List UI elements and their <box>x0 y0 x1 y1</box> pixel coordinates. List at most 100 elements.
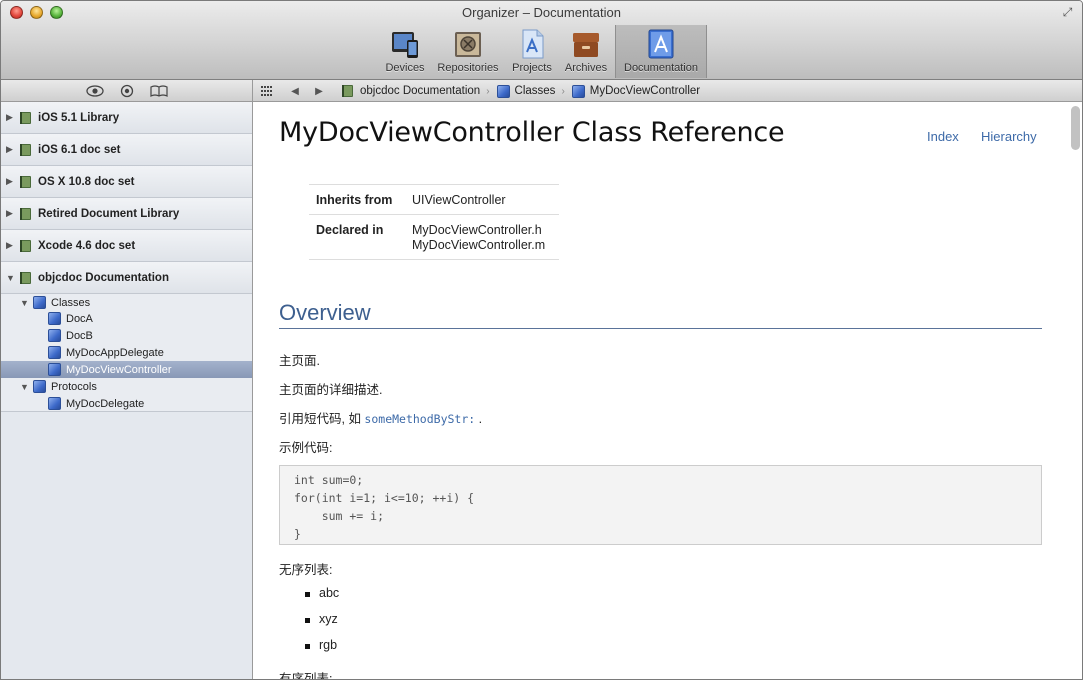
paragraph: 无序列表: <box>279 563 333 577</box>
spec-value: UIViewController <box>412 193 506 207</box>
disclosure-right-icon[interactable]: ▶ <box>6 112 16 123</box>
disclosure-right-icon[interactable]: ▶ <box>6 144 16 155</box>
chevron-right-icon: › <box>486 85 490 97</box>
library-label: iOS 6.1 doc set <box>38 143 121 156</box>
code-line: } <box>294 527 301 541</box>
sidebar-header <box>1 80 253 102</box>
class-icon <box>48 363 61 376</box>
title-toolbar: Organizer – Documentation ⤢ Devices Repo… <box>1 1 1082 80</box>
book-icon <box>341 84 355 98</box>
organizer-window: Organizer – Documentation ⤢ Devices Repo… <box>0 0 1083 680</box>
library-row[interactable]: ▶ iOS 6.1 doc set <box>1 134 252 166</box>
library-row[interactable]: ▶ OS X 10.8 doc set <box>1 166 252 198</box>
grid-icon[interactable] <box>257 83 277 99</box>
vertical-scrollbar[interactable] <box>1071 106 1080 150</box>
paragraph-text: 引用短代码, 如 <box>279 412 365 426</box>
toolbar-label: Documentation <box>624 62 698 74</box>
tree-item-doca[interactable]: DocA <box>1 310 252 327</box>
library-label: Retired Document Library <box>38 207 180 220</box>
projects-icon <box>516 28 548 60</box>
hierarchy-link[interactable]: Hierarchy <box>981 129 1037 144</box>
toolbar-label: Devices <box>385 62 425 74</box>
repositories-icon <box>452 28 484 60</box>
toolbar-devices[interactable]: Devices <box>384 25 426 78</box>
page-title: MyDocViewController Class Reference <box>279 117 785 148</box>
folder-icon <box>33 380 46 393</box>
paragraph: 主页面. <box>279 354 320 368</box>
tree-label: DocA <box>66 312 93 325</box>
tree-item-mydocviewcontroller[interactable]: MyDocViewController <box>1 361 252 378</box>
declared-file: MyDocViewController.h <box>412 223 542 237</box>
list-item: xyz <box>279 612 339 638</box>
class-icon <box>571 84 585 98</box>
disclosure-right-icon[interactable]: ▶ <box>6 208 16 219</box>
book-icon <box>19 271 33 285</box>
back-arrow-icon[interactable]: ◀ <box>285 83 305 99</box>
library-row[interactable]: ▶ Xcode 4.6 doc set <box>1 230 252 262</box>
tree-item-docb[interactable]: DocB <box>1 327 252 344</box>
declared-file: MyDocViewController.m <box>412 238 546 252</box>
fullscreen-icon[interactable]: ⤢ <box>1061 6 1074 19</box>
list-item: abc <box>279 586 339 612</box>
search-icon[interactable] <box>112 82 142 99</box>
book-icon <box>19 239 33 253</box>
forward-arrow-icon[interactable]: ▶ <box>309 83 329 99</box>
toolbar-archives[interactable]: Archives <box>561 25 611 78</box>
doc-content: MyDocViewController Class Reference Inde… <box>253 102 1082 679</box>
toolbar-repositories[interactable]: Repositories <box>433 25 503 78</box>
book-icon <box>19 111 33 125</box>
disclosure-right-icon[interactable]: ▶ <box>6 176 16 187</box>
method-link[interactable]: someMethodByStr: <box>364 412 475 426</box>
bookmarks-icon[interactable] <box>144 82 174 99</box>
breadcrumb-item-docset[interactable]: objcdoc Documentation <box>360 85 480 97</box>
tree-item-classes[interactable]: ▼ Classes <box>1 294 252 311</box>
disclosure-down-icon[interactable]: ▼ <box>20 298 30 308</box>
sidebar: ▶ iOS 5.1 Library ▶ iOS 6.1 doc set ▶ OS… <box>1 102 253 679</box>
tree-label: MyDocAppDelegate <box>66 346 164 359</box>
class-icon <box>48 312 61 325</box>
overview-heading: Overview <box>279 300 1042 329</box>
paragraph: 示例代码: <box>279 441 333 455</box>
spec-key: Declared in <box>316 223 384 237</box>
book-icon <box>19 175 33 189</box>
spec-table: Inherits from UIViewController Declared … <box>309 184 559 260</box>
breadcrumb-item-classes[interactable]: Classes <box>515 85 556 97</box>
code-line: int sum=0; <box>294 473 364 487</box>
disclosure-right-icon[interactable]: ▶ <box>6 240 16 251</box>
paragraph: 主页面的详细描述. <box>279 383 383 397</box>
toolbar-label: Repositories <box>437 62 499 74</box>
disclosure-down-icon[interactable]: ▼ <box>20 382 30 392</box>
doc-tree: ▼ Classes DocA DocB MyDocAppDelegate MyD… <box>1 294 252 412</box>
breadcrumb-item-class[interactable]: MyDocViewController <box>590 85 700 97</box>
documentation-icon <box>645 28 677 60</box>
disclosure-down-icon[interactable]: ▼ <box>6 273 16 283</box>
tree-item-mydocappdelegate[interactable]: MyDocAppDelegate <box>1 344 252 361</box>
tree-label: Classes <box>51 296 91 309</box>
devices-icon <box>389 28 421 60</box>
library-row[interactable]: ▼ objcdoc Documentation <box>1 262 252 294</box>
library-label: Xcode 4.6 doc set <box>38 239 136 252</box>
spec-row-inherits: Inherits from UIViewController <box>309 185 559 215</box>
index-link[interactable]: Index <box>927 129 959 144</box>
class-icon <box>48 329 61 342</box>
spec-row-declared: Declared in MyDocViewController.h MyDocV… <box>309 215 559 260</box>
tree-item-mydocdelegate[interactable]: MyDocDelegate <box>1 395 252 412</box>
spec-value: MyDocViewController.h MyDocViewControlle… <box>412 223 545 253</box>
eye-icon[interactable] <box>80 82 110 99</box>
folder-icon <box>496 84 510 98</box>
code-block: int sum=0; for(int i=1; i<=10; ++i) { sum… <box>279 465 1042 545</box>
library-row[interactable]: ▶ Retired Document Library <box>1 198 252 230</box>
book-icon <box>19 143 33 157</box>
library-row[interactable]: ▶ iOS 5.1 Library <box>1 102 252 134</box>
tree-label: DocB <box>66 329 93 342</box>
class-icon <box>48 346 61 359</box>
unordered-list: abc xyz rgb <box>279 586 339 664</box>
toolbar-projects[interactable]: Projects <box>509 25 555 78</box>
tree-item-protocols[interactable]: ▼ Protocols <box>1 378 252 395</box>
toolbar-documentation[interactable]: Documentation <box>615 25 707 78</box>
toolbar-label: Archives <box>564 62 608 74</box>
library-label: objcdoc Documentation <box>38 271 169 284</box>
library-label: OS X 10.8 doc set <box>38 175 135 188</box>
spec-key: Inherits from <box>316 193 393 207</box>
paragraph-text: . <box>475 412 483 426</box>
